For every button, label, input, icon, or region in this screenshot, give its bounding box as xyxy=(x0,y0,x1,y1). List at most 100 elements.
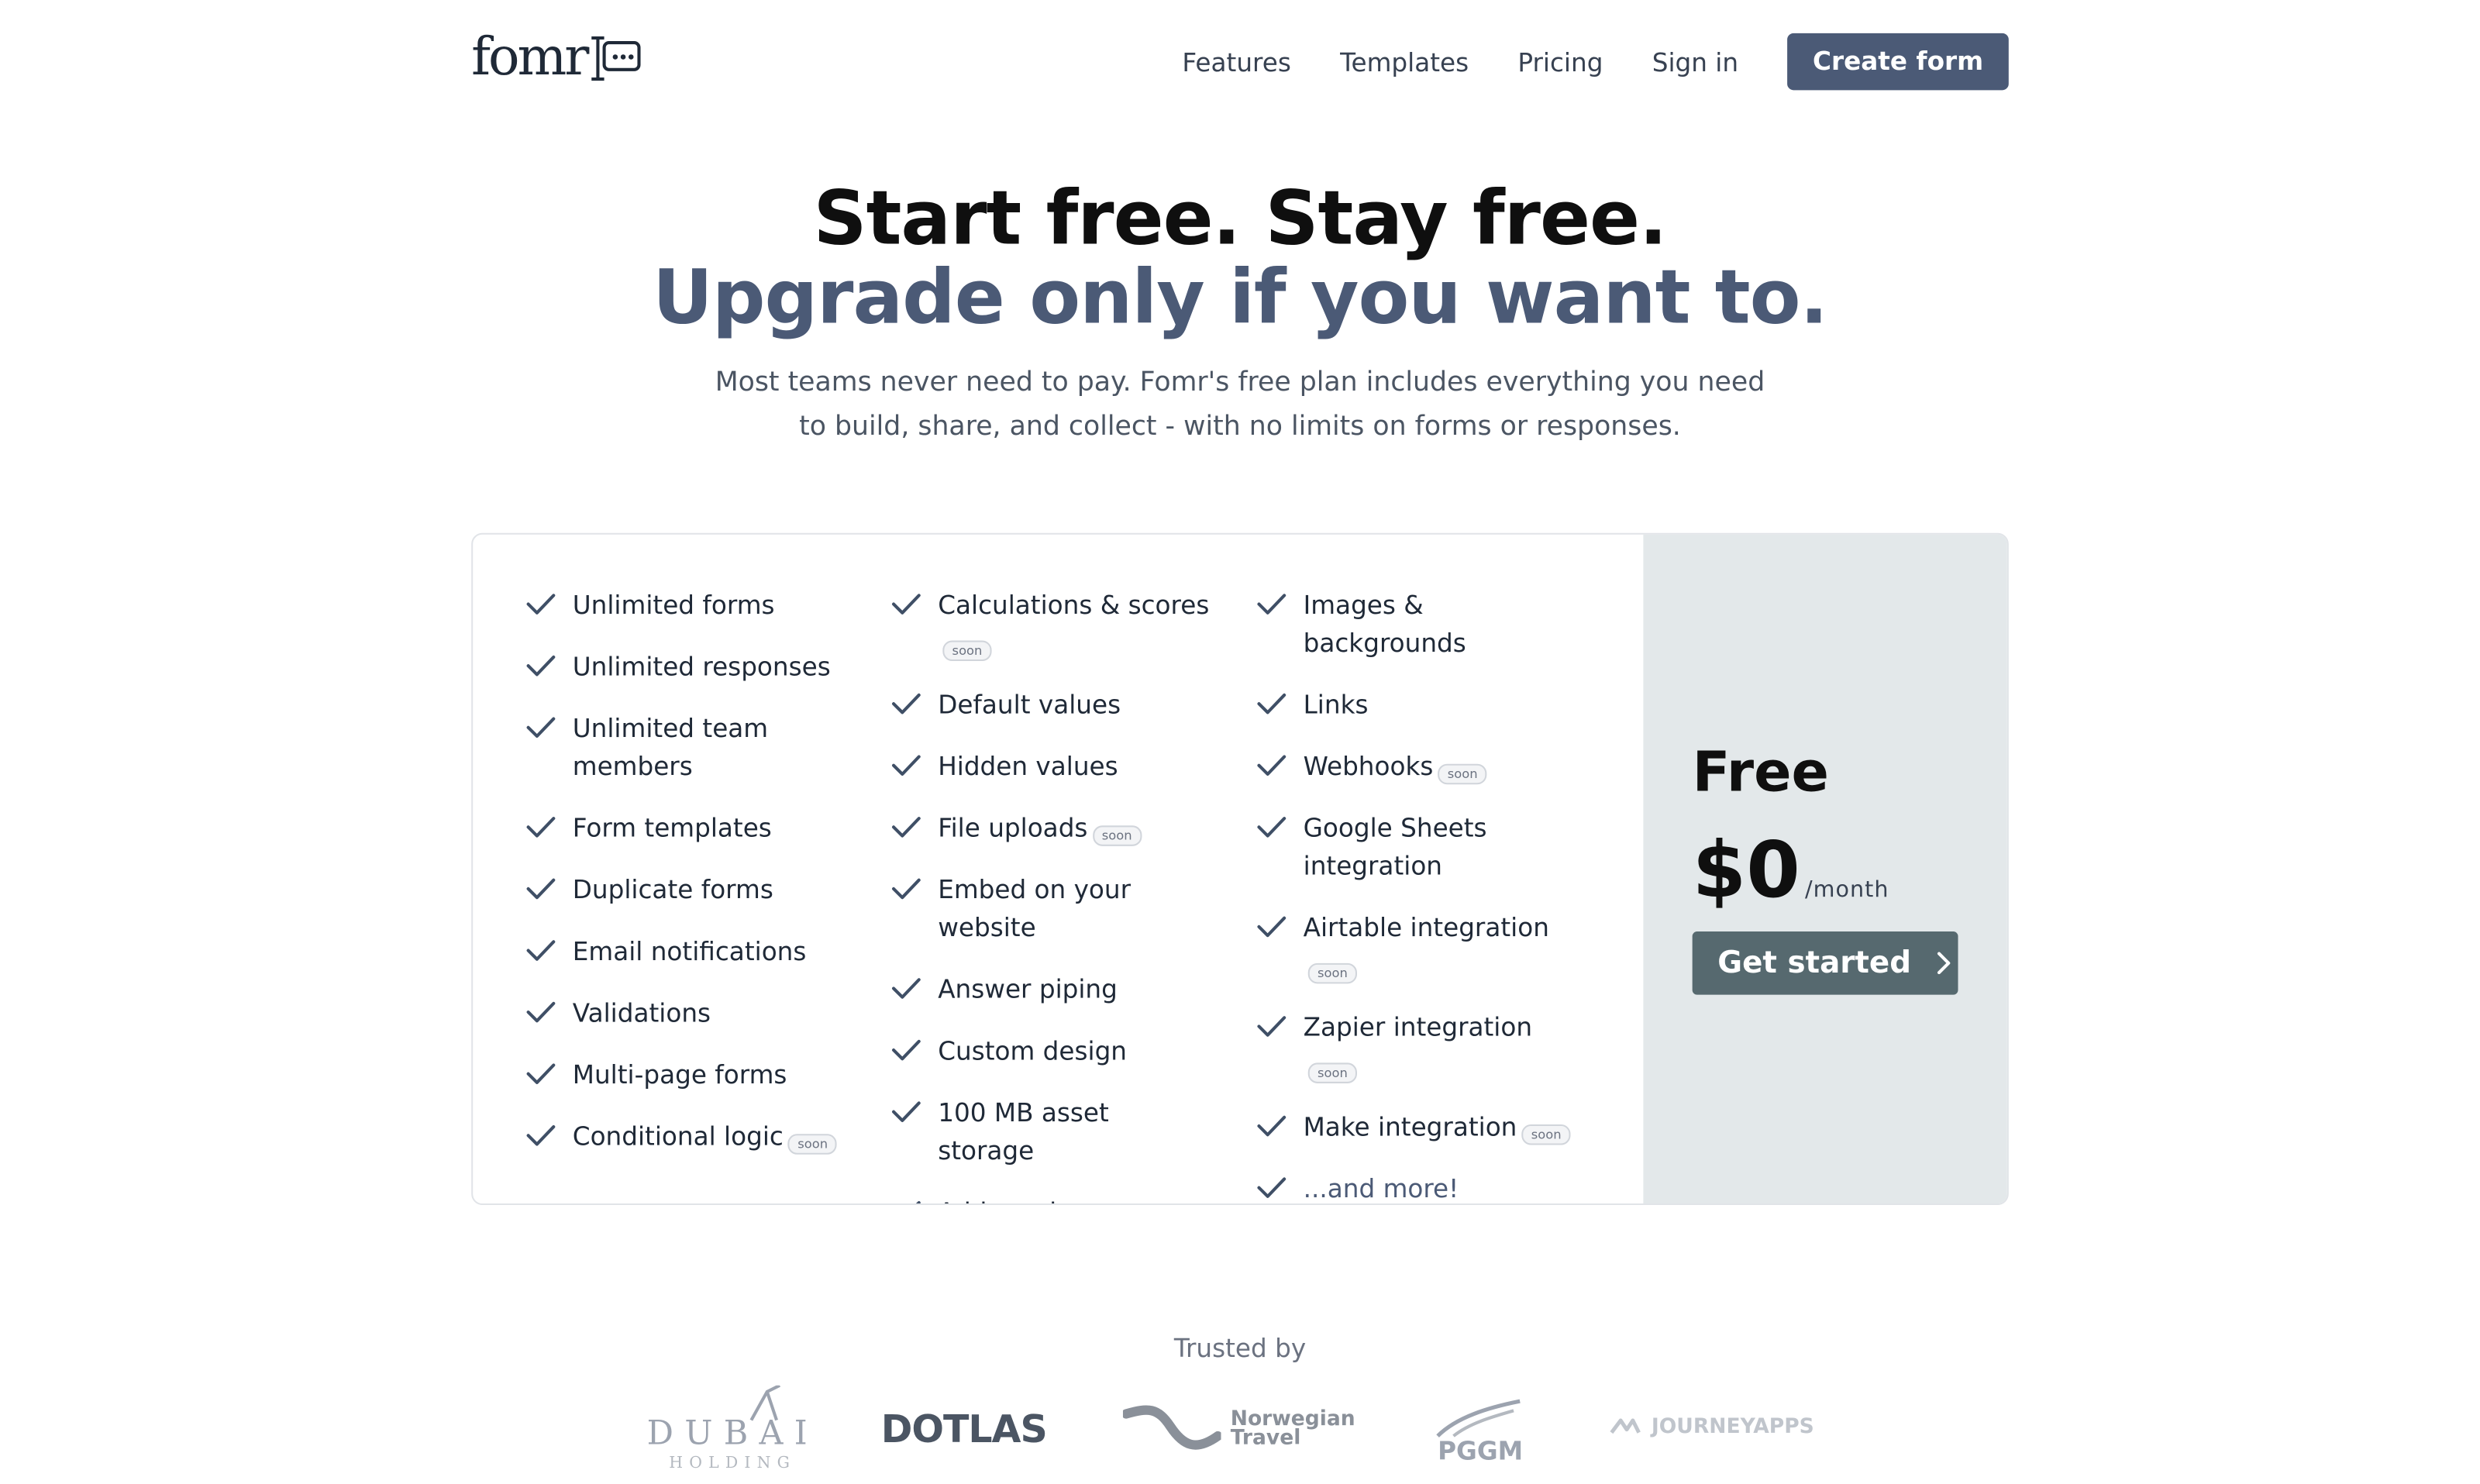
feature-item: Airtable integration soon xyxy=(1256,909,1621,985)
check-icon xyxy=(526,817,556,838)
feature-label: Validations xyxy=(573,995,845,1033)
check-icon xyxy=(1257,916,1286,938)
feature-label: Hidden values xyxy=(938,748,1210,786)
feature-item: Calculations & scores soon xyxy=(890,587,1256,663)
check-icon xyxy=(526,1063,556,1084)
feature-text: Unlimited responses xyxy=(572,651,831,682)
soon-badge: soon xyxy=(1521,1124,1571,1145)
feature-label: Answer piping xyxy=(938,971,1210,1009)
check-icon xyxy=(1257,1016,1286,1037)
dubai-logo-subtext: HOLDING xyxy=(669,1455,797,1472)
feature-text: Images & backgrounds xyxy=(1303,590,1466,658)
chevron-right-icon xyxy=(1938,952,1951,975)
feature-item: Webhooks soon xyxy=(1256,748,1621,786)
feature-text: Default values xyxy=(938,689,1121,720)
check-icon xyxy=(526,655,556,677)
check-icon xyxy=(892,1101,921,1122)
nav-pricing-link[interactable]: Pricing xyxy=(1517,46,1603,77)
nav-signin-link[interactable]: Sign in xyxy=(1652,46,1738,77)
feature-label: Form templates xyxy=(573,810,845,848)
feature-label: Unlimited forms xyxy=(573,587,845,625)
feature-label: Calculations & scores soon xyxy=(938,587,1210,663)
dotlas-logo: DOTLAS xyxy=(880,1407,1048,1452)
feature-column-3: Images & backgrounds Links Webhooks soon Goo… xyxy=(1256,587,1621,1203)
feature-text: Airtable integration xyxy=(1303,912,1549,943)
check-icon xyxy=(526,717,556,739)
feature-item: Images & backgrounds xyxy=(1256,587,1621,663)
fomr-logo[interactable]: fomr xyxy=(471,25,644,88)
feature-label: Conditional logic soon xyxy=(573,1118,845,1156)
feature-label: Default values xyxy=(938,687,1210,725)
check-icon xyxy=(892,978,921,999)
customer-logos: DUBAI HOLDING DOTLAS Norwegian Travel PG… xyxy=(641,1385,1819,1480)
feature-item: Google Sheets integration xyxy=(1256,810,1621,886)
pricing-card: Unlimited forms Unlimited responses Unlimi… xyxy=(471,532,2009,1206)
feature-item: Links xyxy=(1256,687,1621,725)
soon-badge: soon xyxy=(1307,962,1358,984)
soon-badge: soon xyxy=(1307,1062,1358,1083)
feature-text: Custom design xyxy=(938,1035,1128,1066)
feature-text: Duplicate forms xyxy=(572,874,773,905)
feature-text: Email notifications xyxy=(572,936,807,966)
feature-label: Email notifications xyxy=(573,933,845,971)
check-icon xyxy=(1257,1115,1286,1137)
feature-item: Answer piping xyxy=(890,971,1256,1009)
soon-badge: soon xyxy=(1438,763,1487,785)
feature-label: Webhooks soon xyxy=(1304,748,1576,786)
feature-item: Default values xyxy=(890,687,1256,725)
journeyapps-logo-text: JOURNEYAPPS xyxy=(1651,1414,1814,1439)
feature-text: Hidden values xyxy=(938,751,1118,782)
feature-text: Webhooks xyxy=(1303,751,1434,782)
feature-item: Form templates xyxy=(525,810,890,848)
check-icon xyxy=(1257,693,1286,714)
feature-label: Custom design xyxy=(938,1033,1210,1071)
feature-item: Add you logo xyxy=(890,1194,1256,1204)
feature-text: Add you logo xyxy=(938,1197,1104,1203)
feature-label: Zapier integration soon xyxy=(1304,1009,1576,1085)
logo-wordmark: fomr xyxy=(471,25,589,88)
feature-text: Calculations & scores xyxy=(938,590,1210,620)
feature-label[interactable]: ...and more! xyxy=(1303,1170,1576,1204)
feature-item: Embed on your website xyxy=(890,871,1256,947)
feature-item: Custom design xyxy=(890,1033,1256,1071)
feature-item: Make integration soon xyxy=(1256,1109,1621,1147)
feature-label: Unlimited responses xyxy=(573,649,845,687)
journeyapps-logo: JOURNEYAPPS xyxy=(1608,1413,1814,1439)
feature-label: Embed on your website xyxy=(938,871,1210,947)
feature-item: Multi-page forms xyxy=(525,1056,890,1094)
feature-item: ...and more! xyxy=(1256,1170,1621,1204)
hero-subtitle: Most teams never need to pay. Fomr's fre… xyxy=(715,367,1765,443)
pggm-logo-text: PGGM xyxy=(1438,1436,1524,1466)
get-started-button[interactable]: Get started xyxy=(1692,931,1958,995)
nav-templates-link[interactable]: Templates xyxy=(1340,46,1469,77)
price-amount: $0 xyxy=(1692,825,1800,916)
feature-label: Multi-page forms xyxy=(573,1056,845,1094)
check-icon xyxy=(526,1001,556,1023)
feature-text: ...and more! xyxy=(1303,1173,1459,1204)
plan-name: Free xyxy=(1692,742,1829,805)
norwegian-wave-icon xyxy=(1122,1405,1221,1450)
feature-label: Unlimited team members xyxy=(573,710,845,786)
plan-panel: Free $0 /month Get started xyxy=(1643,534,2007,1204)
feature-item: 100 MB asset storage xyxy=(890,1094,1256,1170)
create-form-button[interactable]: Create form xyxy=(1787,33,2009,91)
feature-item: Zapier integration soon xyxy=(1256,1009,1621,1085)
nav-features-link[interactable]: Features xyxy=(1182,46,1290,77)
feature-text: 100 MB asset storage xyxy=(938,1097,1109,1166)
hero-title-line2: Upgrade only if you want to. xyxy=(653,254,1828,342)
feature-item: Unlimited forms xyxy=(525,587,890,625)
check-icon xyxy=(526,594,556,615)
feature-label: Google Sheets integration xyxy=(1304,810,1576,886)
check-icon xyxy=(892,817,921,838)
hero-section: Start free. Stay free. Upgrade only if y… xyxy=(0,178,2480,449)
feature-text: Multi-page forms xyxy=(572,1059,787,1090)
feature-text: Conditional logic xyxy=(572,1121,784,1152)
feature-text: Google Sheets integration xyxy=(1303,812,1487,881)
check-icon xyxy=(526,878,556,900)
dubai-holding-logo: DUBAI HOLDING xyxy=(641,1385,808,1480)
check-icon xyxy=(892,755,921,776)
feature-label: Make integration soon xyxy=(1304,1109,1576,1147)
logo-chat-icon xyxy=(591,36,641,81)
check-icon xyxy=(526,940,556,961)
pggm-logo: PGGM xyxy=(1428,1398,1530,1468)
